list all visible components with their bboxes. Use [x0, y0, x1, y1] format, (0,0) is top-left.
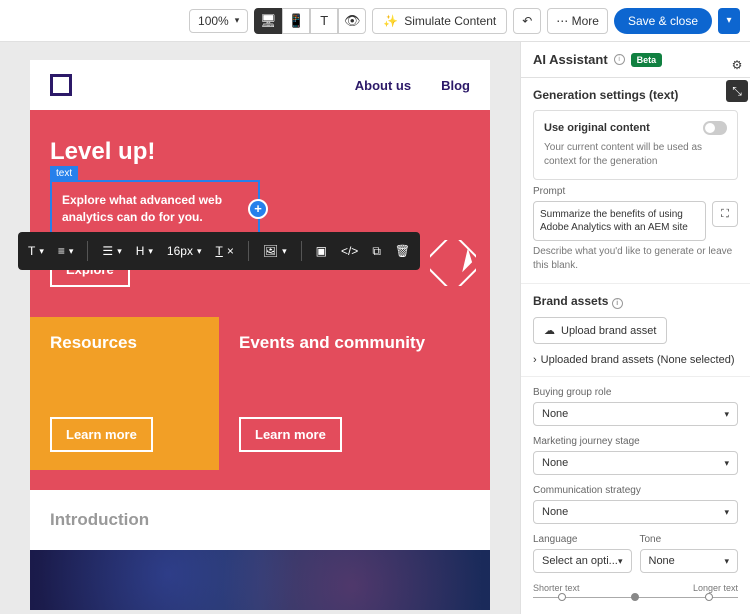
- use-original-toggle[interactable]: [703, 121, 727, 135]
- right-rail: ⚙ ⤡: [722, 50, 750, 106]
- slider-right-label: Longer text: [693, 583, 738, 593]
- length-slider[interactable]: [533, 597, 738, 598]
- brand-assets-title: Brand assets i: [533, 294, 738, 309]
- clear-format-button[interactable]: T×: [215, 244, 233, 258]
- copy-button[interactable]: ⧉: [372, 244, 381, 259]
- hero-image: [30, 550, 490, 610]
- panel-header: AI Assistanti Beta: [521, 42, 750, 78]
- zoom-select[interactable]: 100%▾: [189, 9, 248, 33]
- buying-role-select[interactable]: None▾: [533, 402, 738, 426]
- top-toolbar: 100%▾ 🖥 📱 T 👁 ✨Simulate Content ↶ ⋯ More…: [0, 0, 750, 42]
- card-title: Resources: [50, 333, 201, 353]
- upload-brand-asset-button[interactable]: ☁Upload brand asset: [533, 317, 667, 344]
- intro-heading: Introduction: [30, 490, 490, 550]
- upload-icon: ☁: [544, 324, 555, 337]
- prompt-expand-button[interactable]: ⛶: [712, 201, 738, 227]
- font-size-select[interactable]: 16px▾: [167, 244, 202, 258]
- text-mode-icon[interactable]: T: [310, 8, 338, 34]
- mobile-icon[interactable]: 📱: [282, 8, 310, 34]
- language-select[interactable]: Select an opti...▾: [533, 549, 632, 573]
- card-title: Events and community: [239, 333, 432, 353]
- info-icon[interactable]: i: [614, 54, 625, 65]
- page-header: About us Blog: [30, 60, 490, 110]
- learn-more-button[interactable]: Learn more: [50, 417, 153, 452]
- chevron-down-icon: ▾: [235, 15, 240, 26]
- tone-select[interactable]: None▾: [640, 549, 739, 573]
- list-button[interactable]: ☰▾: [102, 244, 121, 258]
- more-button[interactable]: ⋯ More: [547, 8, 608, 34]
- comm-strategy-label: Communication strategy: [533, 485, 738, 496]
- hero-section: Level up! text Explore what advanced web…: [30, 110, 490, 490]
- brand-assets-tree[interactable]: ›Uploaded brand assets (None selected): [533, 354, 738, 366]
- settings-icon[interactable]: ⚙: [726, 54, 748, 76]
- info-icon[interactable]: i: [612, 298, 623, 309]
- slider-left-label: Shorter text: [533, 583, 580, 593]
- beta-badge: Beta: [631, 53, 663, 67]
- device-preview-group: 🖥 📱 T 👁: [254, 8, 366, 34]
- logo-icon: [50, 74, 72, 96]
- comm-strategy-select[interactable]: None▾: [533, 500, 738, 524]
- save-close-button[interactable]: Save & close: [614, 8, 712, 34]
- page-preview: About us Blog Level up! text Explore wha…: [30, 60, 490, 610]
- align-button[interactable]: ≡▾: [58, 244, 74, 258]
- decoration-icon: [430, 240, 476, 286]
- prompt-input[interactable]: Summarize the benefits of using Adobe An…: [533, 201, 706, 241]
- code-button[interactable]: </>: [341, 244, 358, 258]
- preview-icon[interactable]: 👁: [338, 8, 366, 34]
- simulate-content-button[interactable]: ✨Simulate Content: [372, 8, 507, 34]
- chevron-right-icon: ›: [533, 354, 537, 366]
- learn-more-button[interactable]: Learn more: [239, 417, 342, 452]
- delete-button[interactable]: 🗑: [395, 244, 410, 258]
- hero-subtext: Explore what advanced web analytics can …: [62, 192, 248, 226]
- use-original-label: Use original content: [544, 122, 650, 134]
- undo-button[interactable]: ↶: [513, 8, 541, 34]
- events-card: Events and community Learn more: [219, 317, 450, 470]
- save-dropdown-button[interactable]: ▾: [718, 8, 740, 34]
- resources-card: Resources Learn more: [30, 317, 219, 470]
- nav-item[interactable]: Blog: [441, 78, 470, 93]
- media-button[interactable]: ▣: [316, 244, 327, 258]
- journey-stage-select[interactable]: None▾: [533, 451, 738, 475]
- selection-tag: text: [50, 166, 78, 181]
- text-format-toolbar: T▾ ≡▾ ☰▾ H▾ 16px▾ T× 🖼▾ ▣ </> ⧉ 🗑: [18, 232, 420, 270]
- add-icon[interactable]: +: [248, 199, 268, 219]
- prompt-label: Prompt: [533, 186, 738, 197]
- editor-canvas: About us Blog Level up! text Explore wha…: [0, 42, 520, 614]
- use-original-hint: Your current content will be used as con…: [544, 141, 727, 169]
- tone-label: Tone: [640, 534, 739, 545]
- collapse-icon[interactable]: ⤡: [726, 80, 748, 102]
- desktop-icon[interactable]: 🖥: [254, 8, 282, 34]
- generation-settings-title: Generation settings (text): [533, 88, 738, 102]
- heading-button[interactable]: H▾: [136, 244, 153, 258]
- nav-links: About us Blog: [355, 78, 470, 93]
- language-label: Language: [533, 534, 632, 545]
- journey-stage-label: Marketing journey stage: [533, 436, 738, 447]
- wand-icon: ✨: [383, 14, 398, 28]
- ai-assistant-panel: AI Assistanti Beta Generation settings (…: [520, 42, 750, 614]
- selected-text-block[interactable]: text Explore what advanced web analytics…: [50, 180, 260, 238]
- buying-role-label: Buying group role: [533, 387, 738, 398]
- nav-item[interactable]: About us: [355, 78, 411, 93]
- hero-title: Level up!: [50, 138, 470, 166]
- image-button[interactable]: 🖼▾: [263, 244, 287, 258]
- text-style-button[interactable]: T▾: [28, 244, 44, 258]
- prompt-hint: Describe what you'd like to generate or …: [533, 245, 738, 273]
